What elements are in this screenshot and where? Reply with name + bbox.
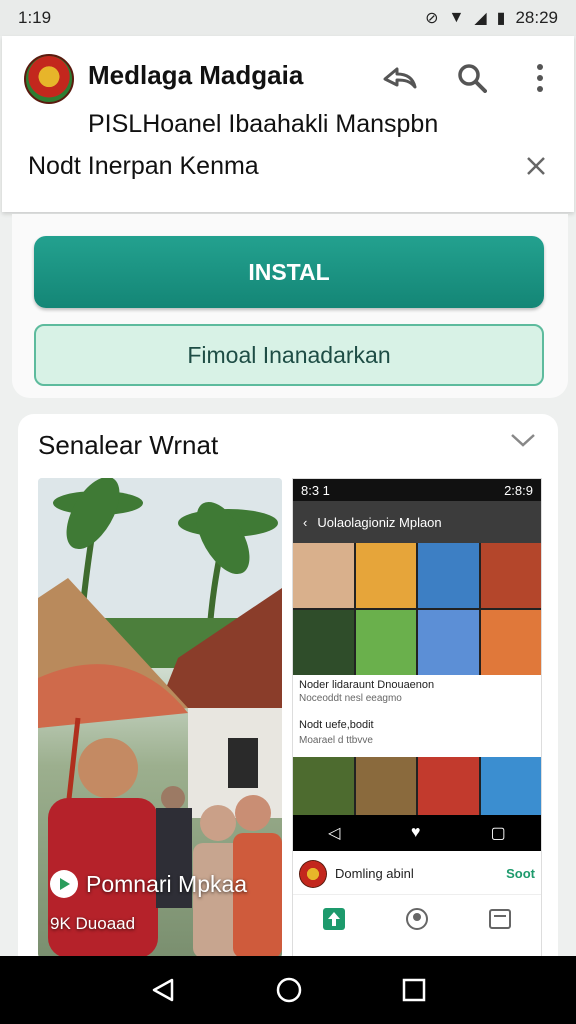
grid-tile	[293, 543, 354, 608]
grid-tile	[418, 543, 479, 608]
app-header: Medlaga Madgaia PISLHoanel Ibaahakli Man…	[2, 36, 574, 212]
app-title: Medlaga Madgaia	[88, 60, 304, 90]
status-icons: ⊘ ▼ ◢ ▮ 28:29	[425, 8, 558, 28]
preview-app-row: Domling abinl Soot	[293, 853, 541, 895]
status-clock: 28:29	[515, 8, 558, 27]
more-icon	[537, 64, 543, 92]
preview-heart-icon: ♥	[410, 824, 421, 841]
expand-button[interactable]	[510, 432, 536, 453]
preview-app-name: Domling abinl	[335, 866, 414, 881]
grid-tile	[293, 610, 354, 675]
grid-tile	[293, 757, 354, 815]
profile-icon	[405, 908, 428, 930]
grid-tile	[355, 543, 416, 608]
secondary-button[interactable]: Fimoal Inanadarkan	[34, 324, 544, 386]
grid-tile	[480, 543, 541, 608]
preview-square-icon: ▢	[490, 825, 506, 842]
preview-section-title: Nodt uefe,bodit	[299, 719, 374, 731]
preview-section-sub: Moarael d ttbvve	[299, 735, 373, 746]
video-label: Pomnari Mpkaa	[50, 870, 247, 898]
recents-icon[interactable]	[402, 978, 426, 1002]
preview-back-icon: ◁	[328, 825, 341, 842]
app-logo	[24, 54, 74, 104]
video-subtitle: 9K Duoaad	[50, 914, 136, 933]
close-button[interactable]	[518, 148, 554, 184]
preview-app-icon	[299, 859, 327, 888]
preview-header: ‹ Uolaolagioniz Mplaon	[293, 501, 541, 543]
status-bar: 1:19 ⊘ ▼ ◢ ▮ 28:29	[0, 0, 576, 36]
preview-bottom-tabs	[293, 899, 541, 939]
chevron-down-icon	[511, 434, 535, 447]
preview-app-action: Soot	[506, 866, 535, 881]
share-icon	[383, 67, 417, 89]
grid-tile	[480, 610, 541, 675]
install-button[interactable]: INSTAL	[34, 236, 544, 308]
play-icon	[50, 870, 78, 898]
status-time: 1:19	[18, 8, 52, 27]
preview-status-bar: 8:3 1 2:8:9	[293, 479, 541, 501]
grid-tile	[480, 757, 541, 815]
signal-icon: ◢	[474, 10, 487, 27]
screenshot-app-preview[interactable]: 8:3 1 2:8:9 ‹ Uolaolagioniz Mplaon Noder…	[292, 478, 542, 958]
list-icon	[488, 909, 511, 929]
preview-image-grid	[293, 543, 541, 675]
back-arrow-icon: ‹	[303, 514, 308, 530]
actions-card: INSTAL Fimoal Inanadarkan	[12, 214, 568, 398]
grid-tile	[418, 610, 479, 675]
preview-status-time: 8:3 1	[301, 482, 330, 498]
wifi-icon: ▼	[448, 9, 465, 26]
system-nav-bar	[0, 956, 576, 1024]
preview-header-title: Uolaolagioniz Mplaon	[317, 514, 442, 530]
grid-tile	[355, 610, 416, 675]
preview-caption: Noder lidaraunt Dnouaenon	[299, 679, 435, 691]
search-icon	[458, 64, 487, 93]
preview-section: Nodt uefe,bodit Moarael d ttbvve	[299, 717, 535, 757]
preview-status-right: 2:8:9	[504, 482, 533, 498]
preview-image-row	[293, 757, 541, 815]
search-button[interactable]	[450, 56, 494, 100]
back-icon[interactable]	[150, 977, 176, 1003]
video-title: Pomnari Mpkaa	[86, 870, 248, 897]
share-button[interactable]	[378, 56, 422, 100]
dnd-icon: ⊘	[425, 10, 439, 27]
preview-caption-sub: Noceoddt nesl eeagmo	[299, 693, 402, 704]
grid-tile	[418, 757, 479, 815]
screenshots-card: Senalear Wrnat Pomnari Mpkaa 9K Duoaad 8…	[18, 414, 558, 974]
home-icon[interactable]	[275, 976, 303, 1004]
battery-icon: ▮	[496, 10, 506, 27]
upload-icon	[323, 908, 346, 930]
more-button[interactable]	[518, 56, 562, 100]
screenshot-photo[interactable]: Pomnari Mpkaa 9K Duoaad	[38, 478, 282, 958]
close-icon	[527, 157, 545, 175]
gallery-title: Senalear Wrnat	[38, 430, 219, 460]
preview-nav-bar: ◁ ♥ ▢	[293, 815, 541, 851]
grid-tile	[355, 757, 416, 815]
notice-text: Nodt Inerpan Kenma	[28, 152, 259, 180]
app-subtitle: PISLHoanel Ibaahakli Manspbn	[88, 110, 439, 138]
